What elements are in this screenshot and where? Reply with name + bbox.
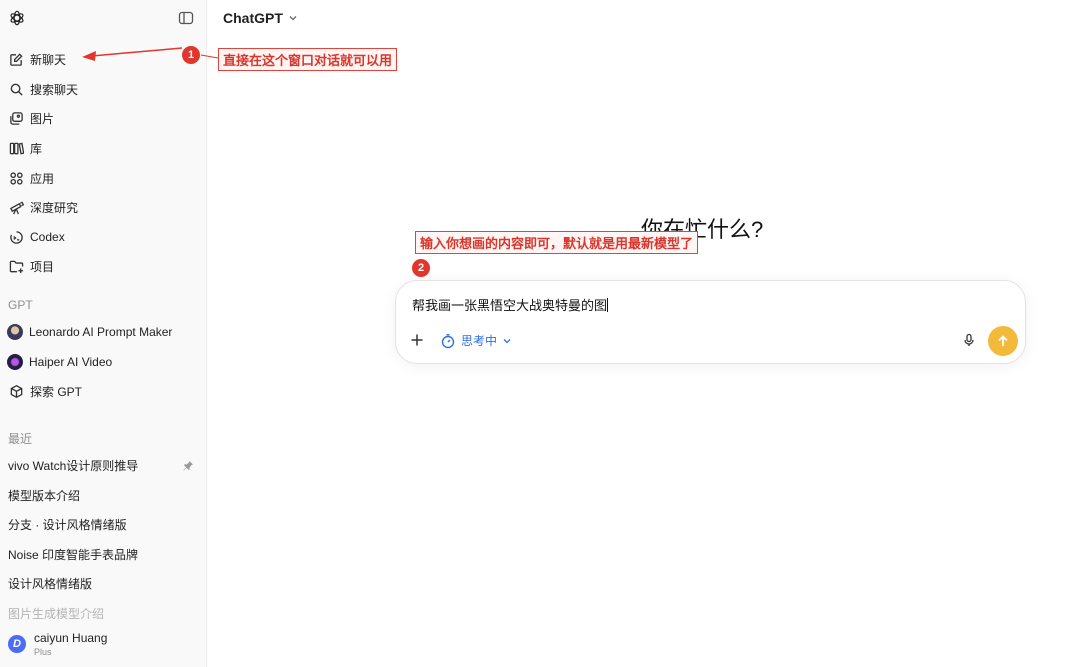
gpt-section-label: GPT	[8, 298, 33, 312]
haiper-avatar	[7, 354, 23, 370]
leonardo-avatar	[7, 324, 23, 340]
chevron-down-icon	[289, 16, 297, 21]
sidebar: 新聊天 搜索聊天 图片 库 应用 深度研究 Codex 项目 GPT Leona…	[0, 0, 207, 667]
recent-chat-item[interactable]: 图片生成模型介绍	[8, 605, 198, 622]
microphone-button[interactable]	[962, 333, 976, 347]
openai-logo-icon[interactable]	[7, 8, 27, 28]
recent-section-label: 最近	[8, 432, 33, 446]
library-icon	[8, 140, 24, 156]
annotation-badge-2: 2	[412, 259, 430, 277]
recent-chat-item[interactable]: 模型版本介绍	[8, 487, 198, 504]
sidebar-item-label: Leonardo AI Prompt Maker	[29, 325, 173, 339]
user-name: caiyun Huang	[34, 631, 108, 645]
sidebar-item-label: 图片	[30, 111, 55, 126]
annotation-label-1: 直接在这个窗口对话就可以用	[218, 48, 398, 71]
sidebar-item-label: 项目	[30, 259, 55, 274]
images-icon	[8, 110, 24, 126]
recent-chat-item[interactable]: 分支 · 设计风格情绪版	[8, 516, 198, 533]
sidebar-gpt-haiper[interactable]: Haiper AI Video	[0, 348, 207, 376]
sidebar-item-projects[interactable]: 项目	[0, 252, 207, 280]
user-profile[interactable]: D caiyun Huang Plus	[8, 631, 107, 657]
avatar: D	[8, 635, 26, 653]
thinking-mode-label: 思考中	[461, 334, 498, 348]
sidebar-item-label: 深度研究	[30, 200, 79, 215]
sidebar-top	[0, 8, 207, 28]
plus-icon	[411, 334, 423, 346]
sidebar-item-new-chat[interactable]: 新聊天	[0, 45, 207, 73]
add-attachment-button[interactable]	[409, 332, 425, 348]
codex-icon	[8, 229, 24, 245]
user-plan: Plus	[34, 647, 52, 657]
sidebar-item-label: 搜索聊天	[30, 82, 79, 97]
sidebar-item-label: 探索 GPT	[30, 384, 83, 399]
recent-chat-item[interactable]: vivo Watch设计原则推导	[8, 457, 198, 474]
sidebar-item-label: 库	[30, 141, 43, 156]
sidebar-item-label: 新聊天	[30, 52, 67, 67]
sidebar-toggle-icon[interactable]	[178, 10, 194, 26]
text-caret	[607, 298, 609, 312]
sidebar-item-deep-research[interactable]: 深度研究	[0, 193, 207, 221]
sidebar-item-library[interactable]: 库	[0, 134, 207, 162]
microphone-icon	[964, 333, 974, 346]
cube-icon	[8, 383, 24, 399]
sidebar-gpt-leonardo[interactable]: Leonardo AI Prompt Maker	[0, 318, 207, 346]
sidebar-item-label: 应用	[30, 171, 55, 186]
pin-icon[interactable]	[182, 459, 194, 471]
telescope-icon	[8, 199, 24, 215]
prompt-input[interactable]: 帮我画一张黑悟空大战奥特曼的图	[412, 295, 609, 314]
sidebar-item-apps[interactable]: 应用	[0, 164, 207, 192]
sidebar-item-images[interactable]: 图片	[0, 104, 207, 132]
folder-plus-icon	[8, 258, 24, 274]
prompt-text: 帮我画一张黑悟空大战奥特曼的图	[412, 298, 608, 313]
recent-chat-item[interactable]: Noise 印度智能手表品牌	[8, 546, 198, 563]
sidebar-item-codex[interactable]: Codex	[0, 223, 207, 251]
timer-icon	[441, 333, 455, 348]
composer: 帮我画一张黑悟空大战奥特曼的图 思考中	[395, 280, 1026, 364]
thinking-mode-button[interactable]: 思考中	[440, 332, 517, 349]
search-icon	[8, 81, 24, 97]
recent-chat-item[interactable]: 设计风格情绪版	[8, 575, 198, 592]
arrow-up-icon	[998, 335, 1008, 346]
sidebar-item-search-chats[interactable]: 搜索聊天	[0, 75, 207, 103]
model-label: ChatGPT	[223, 10, 283, 26]
model-selector[interactable]: ChatGPT	[223, 10, 298, 26]
apps-icon	[8, 170, 24, 186]
send-button[interactable]	[988, 326, 1018, 356]
chevron-down-icon	[503, 338, 511, 343]
sidebar-item-label: Haiper AI Video	[29, 355, 113, 369]
sidebar-item-label: Codex	[30, 230, 65, 244]
annotation-label-2: 输入你想画的内容即可，默认就是用最新模型了	[415, 231, 699, 254]
edit-icon	[8, 51, 24, 67]
sidebar-explore-gpt[interactable]: 探索 GPT	[0, 377, 207, 405]
annotation-badge-1: 1	[182, 46, 200, 64]
